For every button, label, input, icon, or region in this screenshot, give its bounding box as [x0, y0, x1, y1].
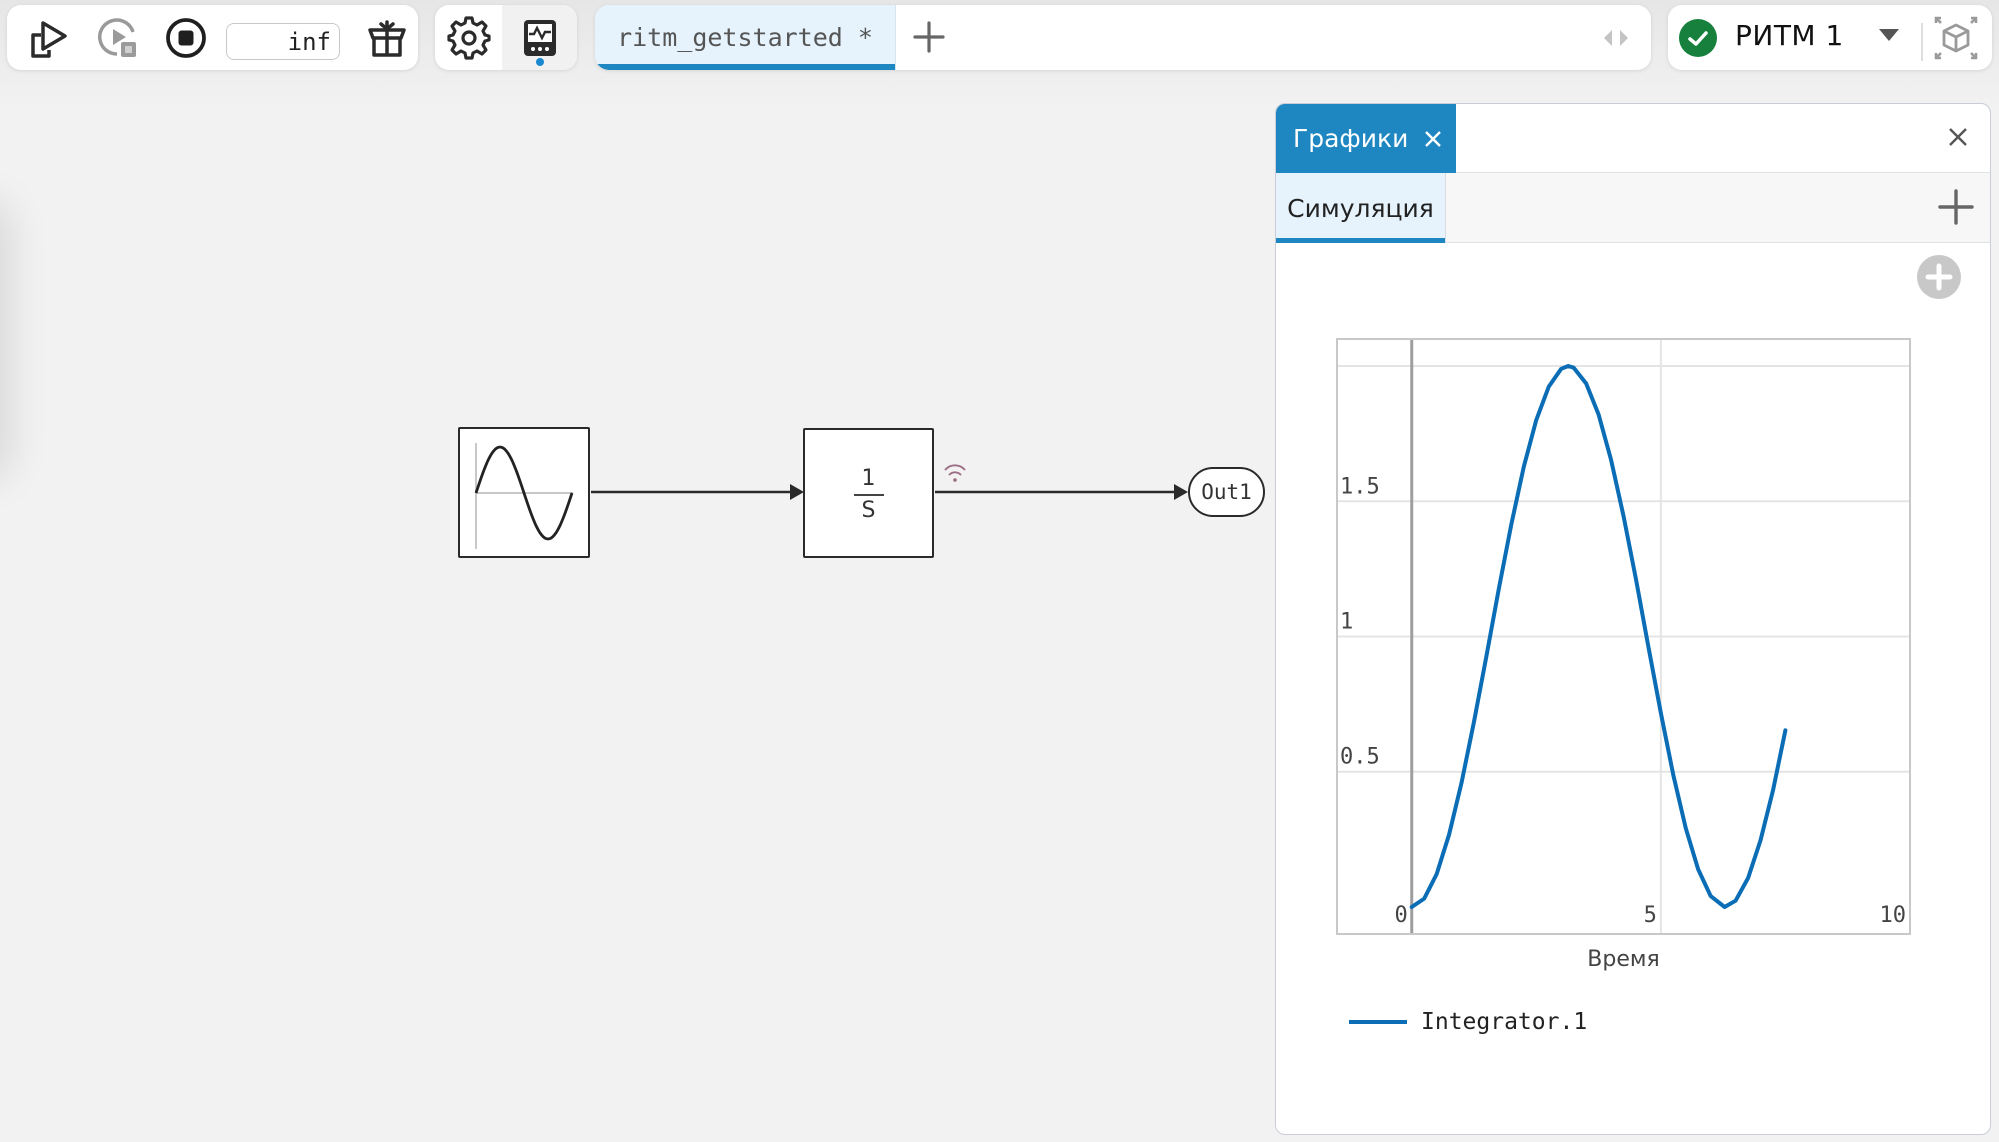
package-button[interactable]	[359, 5, 415, 70]
legend-swatch	[1349, 1020, 1407, 1024]
active-indicator-dot	[535, 58, 544, 66]
target-name: РИТМ 1	[1735, 19, 1844, 52]
view-toolbar	[435, 5, 577, 70]
integrator-block[interactable]: 1 S	[803, 428, 934, 558]
transfer-function: 1 S	[805, 464, 932, 526]
sine-wave-icon	[474, 443, 574, 549]
run-icon	[31, 20, 67, 58]
caret-down-icon[interactable]	[1878, 27, 1900, 43]
package-icon	[368, 19, 406, 57]
x-axis-label: Время	[1587, 947, 1659, 972]
add-tab-button[interactable]	[907, 15, 951, 59]
stop-button[interactable]	[157, 5, 215, 70]
run-on-hardware-button[interactable]	[90, 5, 148, 70]
settings-button[interactable]	[435, 5, 502, 70]
denominator: S	[861, 498, 876, 523]
simulation-time-input[interactable]	[226, 23, 340, 60]
x-tick-label: 0	[1394, 903, 1407, 928]
plus-icon	[913, 21, 945, 53]
y-tick-label: 0.5	[1340, 745, 1380, 770]
scope-button[interactable]	[502, 5, 577, 70]
scroll-right-icon	[1620, 30, 1628, 46]
y-tick-label: 1	[1340, 610, 1353, 635]
outport-out1[interactable]: Out1	[1188, 467, 1265, 517]
tab-divider	[895, 5, 896, 70]
x-tick-label: 5	[1644, 903, 1657, 928]
line-chart[interactable]: 0.5 1 1.5 0 5 10 Время	[1276, 104, 1991, 1135]
gear-icon	[446, 15, 491, 60]
y-tick-label: 1.5	[1340, 474, 1380, 499]
check-circle-icon	[1679, 19, 1717, 57]
outport-label: Out1	[1201, 480, 1252, 504]
tab-ritm-getstarted[interactable]: ritm_getstarted *	[595, 5, 895, 70]
tab-scroll-arrows[interactable]	[1603, 29, 1629, 47]
legend-item[interactable]: Integrator.1	[1349, 1009, 1587, 1035]
run-on-hardware-icon	[98, 17, 136, 57]
sine-wave-block[interactable]	[458, 427, 590, 558]
3d-view-icon[interactable]	[1933, 15, 1979, 61]
graphs-panel: Графики Симуляция 0.5 1 1.5 0 5 10 Время Integ…	[1275, 103, 1991, 1135]
legend-label: Integrator.1	[1421, 1009, 1588, 1035]
target-status-selector: РИТМ 1	[1668, 5, 1992, 70]
diagram-canvas[interactable]	[0, 80, 1275, 1142]
scroll-left-icon	[1604, 30, 1612, 46]
simulation-toolbar	[7, 5, 418, 70]
model-tabbar: ritm_getstarted *	[595, 5, 1651, 70]
scope-icon	[523, 19, 556, 56]
divider	[1921, 23, 1923, 61]
stop-icon	[166, 17, 206, 58]
tab-label: ritm_getstarted *	[617, 23, 873, 52]
numerator: 1	[861, 466, 876, 491]
x-tick-label: 10	[1880, 903, 1907, 928]
run-button[interactable]	[21, 5, 77, 70]
